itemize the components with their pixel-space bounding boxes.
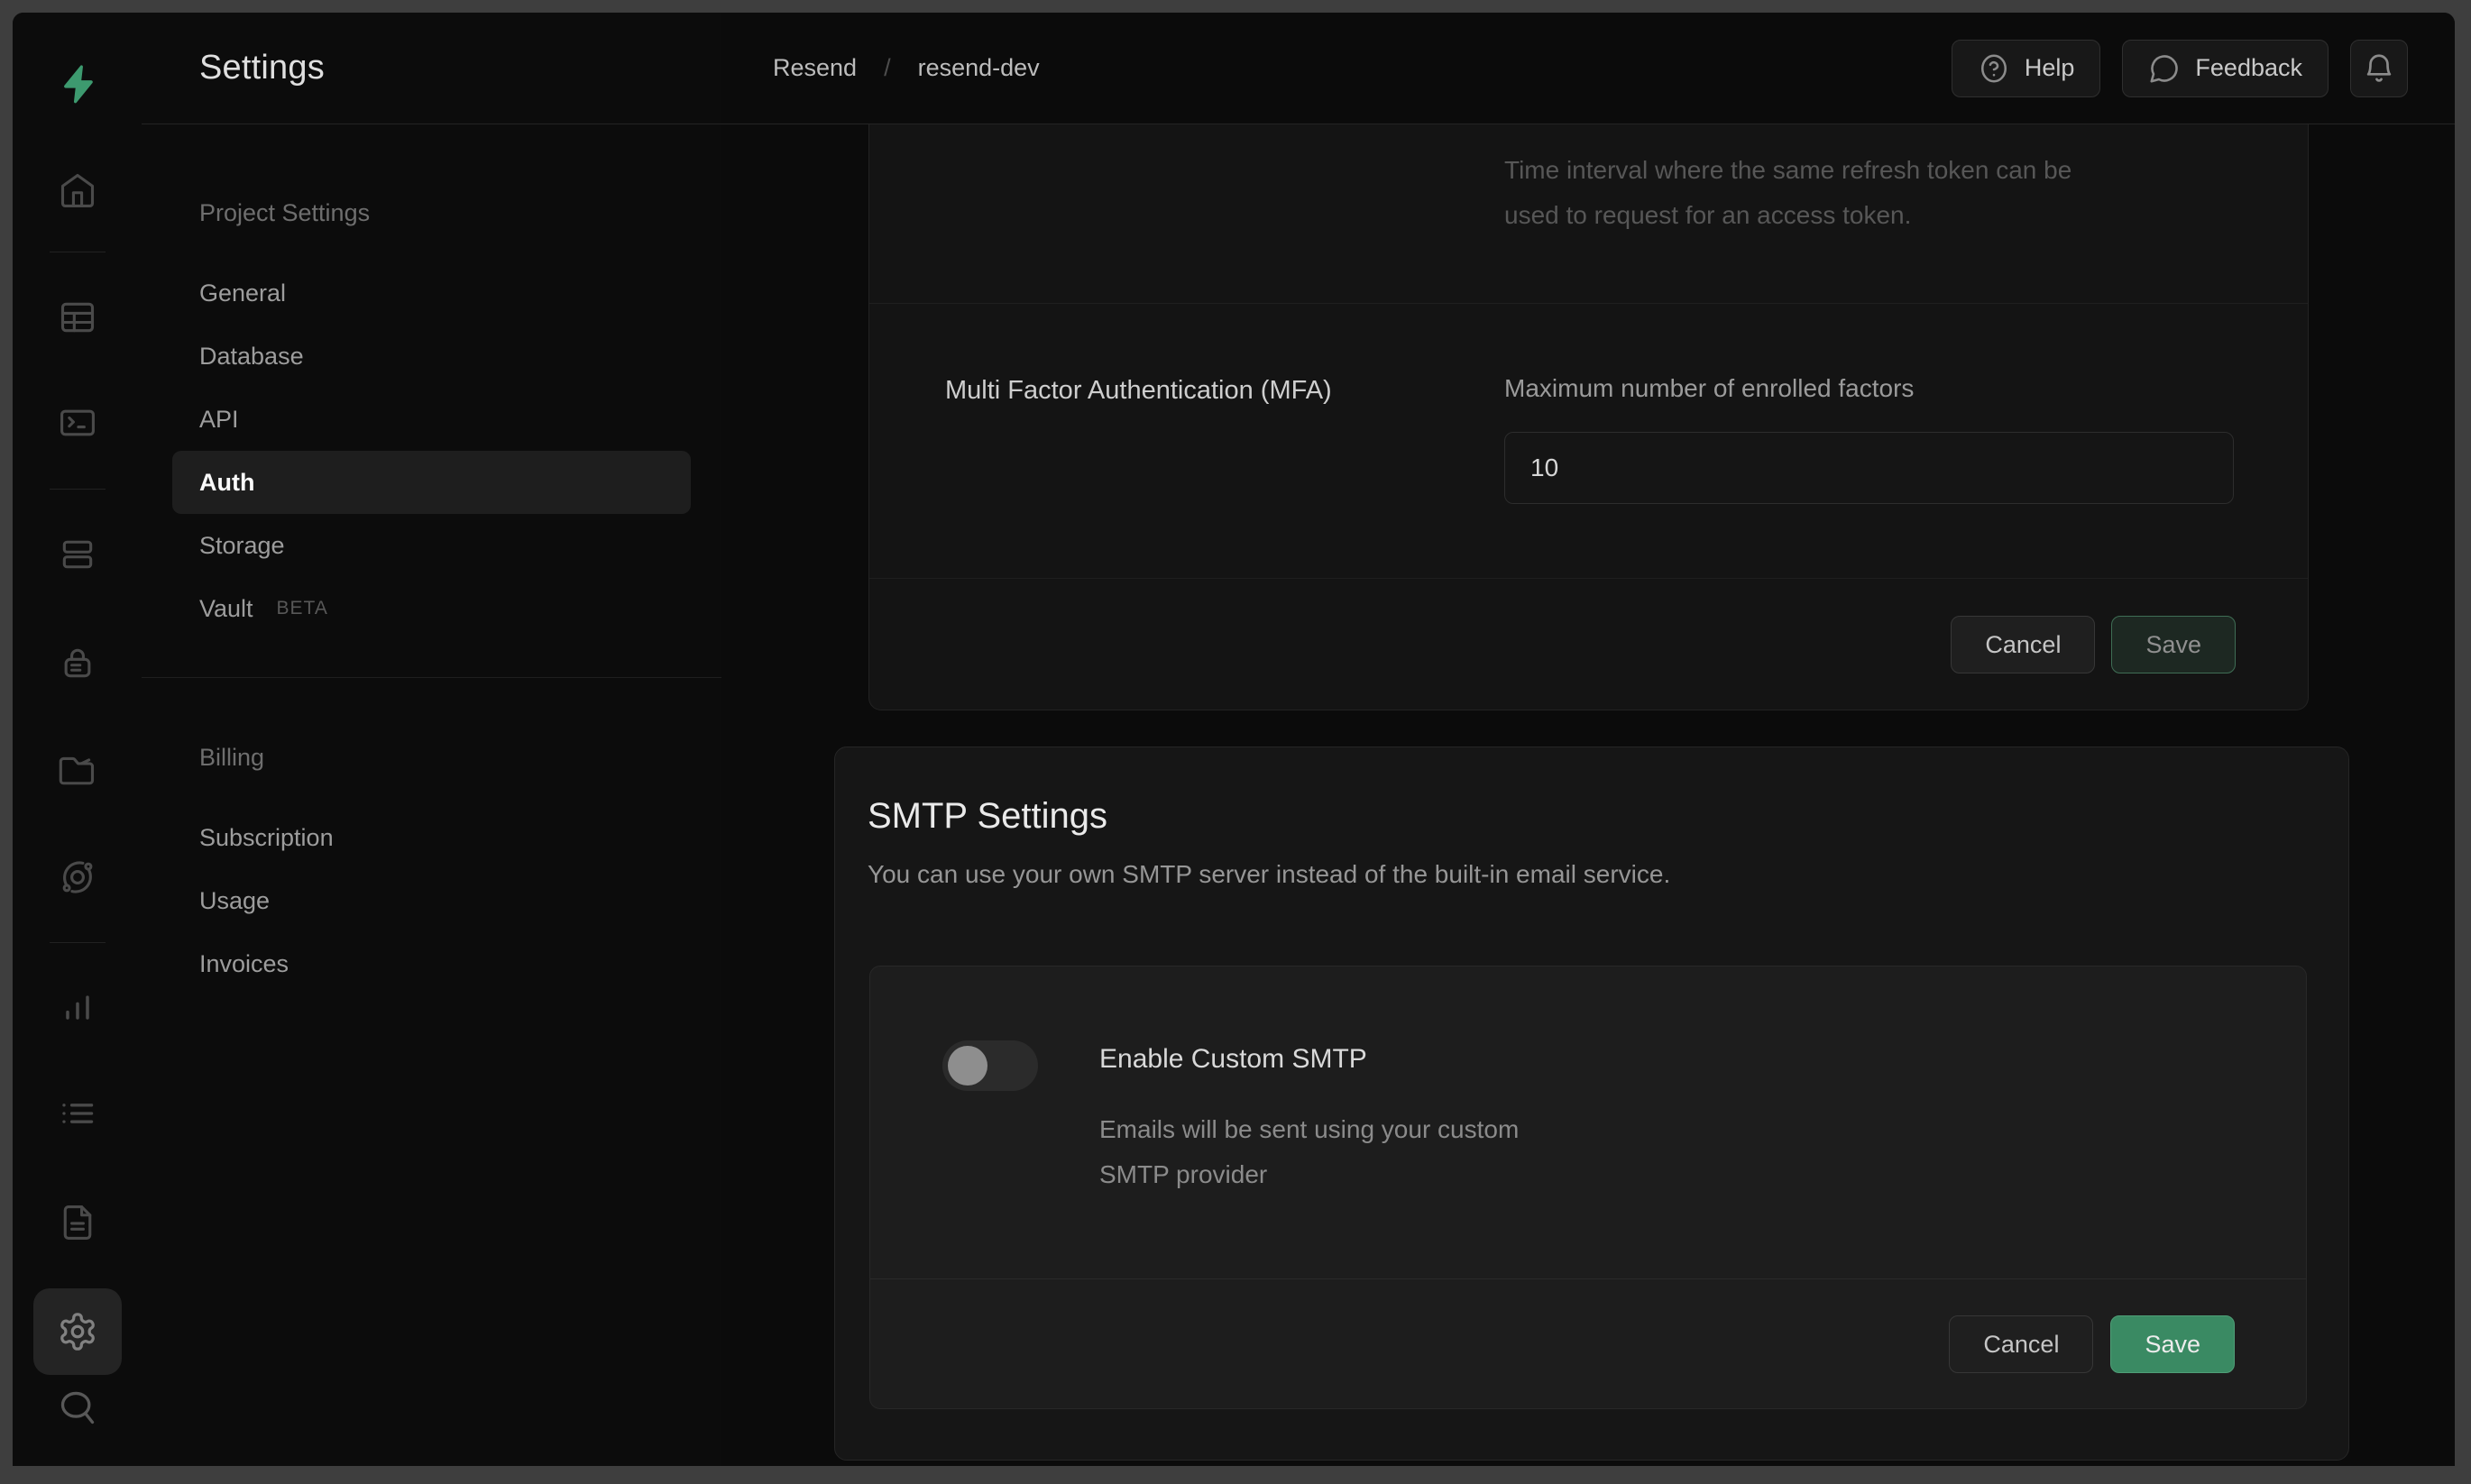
supabase-logo-icon[interactable] — [57, 63, 98, 105]
enable-custom-smtp-row: Enable Custom SMTP Emails will be sent u… — [870, 966, 2306, 1279]
sidebar-item-subscription[interactable]: Subscription — [172, 806, 691, 869]
mfa-field-column: Maximum number of enrolled factors — [1504, 304, 2308, 578]
help-circle-icon — [1978, 52, 2010, 85]
auth-lock-icon[interactable] — [57, 642, 98, 683]
logs-list-icon[interactable] — [57, 1093, 98, 1134]
enable-custom-smtp-description: Emails will be sent using your custom SM… — [1099, 1107, 1519, 1197]
auth-cancel-button[interactable]: Cancel — [1951, 616, 2095, 673]
smtp-form-panel: Enable Custom SMTP Emails will be sent u… — [869, 966, 2307, 1409]
enable-custom-smtp-toggle[interactable] — [942, 1040, 1038, 1091]
database-icon[interactable] — [57, 534, 98, 575]
sidebar-item-invoices[interactable]: Invoices — [172, 932, 691, 995]
auth-save-button[interactable]: Save — [2111, 616, 2236, 673]
breadcrumb-project[interactable]: resend-dev — [918, 54, 1040, 82]
refresh-token-row: Time interval where the same refresh tok… — [869, 124, 2308, 304]
sidebar-heading-billing: Billing — [142, 730, 721, 784]
bell-icon — [2362, 51, 2396, 86]
help-button-label: Help — [2025, 54, 2075, 82]
mfa-section-label: Multi Factor Authentication (MFA) — [945, 376, 1468, 406]
feedback-bubble-icon — [2148, 52, 2181, 85]
sql-editor-icon[interactable] — [57, 402, 98, 444]
mfa-max-factors-input[interactable] — [1504, 432, 2234, 504]
rail-divider — [50, 942, 106, 943]
main-header: Resend / resend-dev Help Feedback — [721, 13, 2455, 124]
reports-bar-chart-icon[interactable] — [57, 987, 98, 1029]
sidebar-item-storage[interactable]: Storage — [172, 514, 691, 577]
help-button[interactable]: Help — [1952, 40, 2101, 97]
refresh-token-description: Time interval where the same refresh tok… — [1504, 148, 2227, 238]
sidebar-item-api[interactable]: API — [172, 388, 691, 451]
rail-divider — [50, 489, 106, 490]
breadcrumb-org[interactable]: Resend — [773, 54, 857, 82]
smtp-section-description: You can use your own SMTP server instead… — [868, 860, 2348, 889]
icon-rail — [13, 13, 142, 1466]
auth-card-footer: Cancel Save — [869, 579, 2308, 710]
feedback-button-label: Feedback — [2195, 54, 2302, 82]
vault-beta-badge: BETA — [277, 598, 328, 619]
sidebar-heading-project-settings: Project Settings — [142, 186, 721, 240]
settings-gear-button[interactable] — [33, 1288, 122, 1375]
edge-functions-orbit-icon[interactable] — [57, 857, 98, 898]
main-scroll-area[interactable]: Time interval where the same refresh tok… — [721, 124, 2455, 1466]
settings-gear-icon — [57, 1311, 98, 1352]
smtp-card-footer: Cancel Save — [870, 1279, 2306, 1409]
project-settings-menu: General Database API Auth Storage Vault … — [142, 261, 721, 640]
storage-folder-icon[interactable] — [57, 750, 98, 792]
toggle-knob — [948, 1046, 987, 1086]
table-editor-icon[interactable] — [57, 297, 98, 338]
smtp-section-title: SMTP Settings — [868, 796, 2348, 837]
sidebar-item-vault[interactable]: Vault BETA — [172, 577, 691, 640]
mfa-row: Multi Factor Authentication (MFA) Maximu… — [869, 304, 2308, 579]
sidebar-item-usage[interactable]: Usage — [172, 869, 691, 932]
toggle-texts: Enable Custom SMTP Emails will be sent u… — [1099, 1040, 1519, 1278]
api-docs-file-icon[interactable] — [57, 1202, 98, 1243]
enable-custom-smtp-label: Enable Custom SMTP — [1099, 1044, 1519, 1075]
search-icon[interactable] — [57, 1387, 98, 1428]
feedback-button[interactable]: Feedback — [2122, 40, 2329, 97]
smtp-cancel-button[interactable]: Cancel — [1949, 1315, 2093, 1373]
home-icon[interactable] — [57, 169, 98, 211]
notifications-button[interactable] — [2350, 40, 2408, 97]
auth-settings-card: Time interval where the same refresh tok… — [868, 124, 2309, 710]
sidebar-item-auth[interactable]: Auth — [172, 451, 691, 514]
settings-sidebar: Settings Project Settings General Databa… — [142, 13, 722, 1466]
sidebar-item-database[interactable]: Database — [172, 325, 691, 388]
page-title: Settings — [199, 49, 325, 87]
sidebar-item-general[interactable]: General — [172, 261, 691, 325]
mfa-field-label: Maximum number of enrolled factors — [1504, 374, 2234, 403]
billing-menu: Subscription Usage Invoices — [142, 806, 721, 995]
smtp-save-button[interactable]: Save — [2110, 1315, 2235, 1373]
sidebar-divider — [142, 677, 721, 678]
breadcrumb-separator: / — [884, 54, 891, 82]
smtp-settings-card: SMTP Settings You can use your own SMTP … — [834, 747, 2349, 1461]
mfa-label-column: Multi Factor Authentication (MFA) — [869, 304, 1504, 578]
header-actions: Help Feedback — [1952, 40, 2408, 97]
app-window: Settings Project Settings General Databa… — [13, 13, 2455, 1466]
main-panel: Resend / resend-dev Help Feedback — [721, 13, 2455, 1466]
breadcrumb: Resend / resend-dev — [773, 54, 1040, 82]
sidebar-header: Settings — [142, 13, 721, 124]
